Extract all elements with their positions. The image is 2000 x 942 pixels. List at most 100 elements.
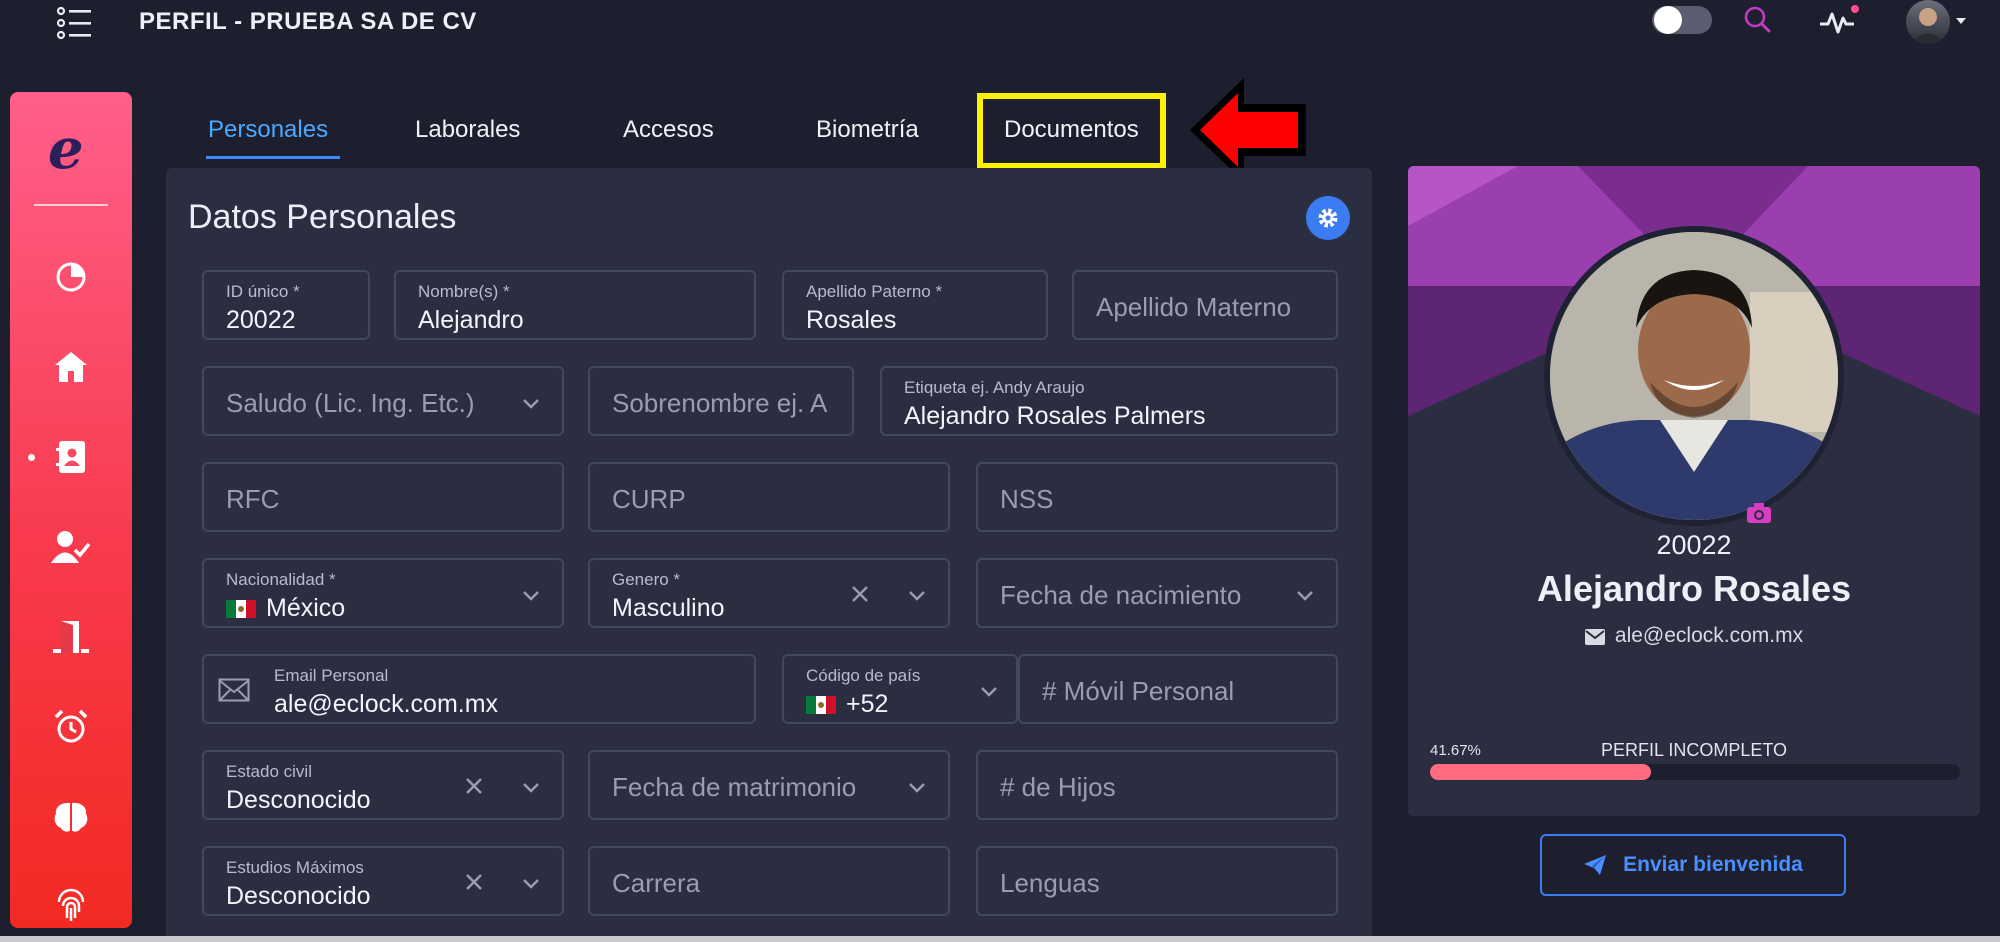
field-label: Etiqueta ej. Andy Araujo: [904, 378, 1085, 397]
pie-chart-icon: [56, 262, 86, 292]
clear-icon[interactable]: [462, 870, 486, 894]
menu-list-icon[interactable]: [56, 6, 92, 40]
fecha-nacimiento-select[interactable]: Fecha de nacimiento: [976, 558, 1338, 628]
field-label: Estado civil: [226, 762, 312, 781]
field-label: Apellido Paterno *: [806, 282, 943, 301]
chevron-down-icon: [523, 783, 539, 793]
curp-field[interactable]: CURP: [588, 462, 950, 532]
carrera-field[interactable]: Carrera: [588, 846, 950, 916]
mexico-flag-icon: [806, 696, 836, 714]
user-avatar[interactable]: [1906, 0, 1950, 44]
chevron-down-icon: [981, 687, 997, 697]
page-title: PERFIL - PRUEBA SA DE CV: [139, 8, 477, 35]
sidebar-item-biometrics[interactable]: [50, 884, 92, 926]
progress-fill: [1430, 764, 1651, 780]
sidebar-item-ai[interactable]: [50, 796, 92, 838]
chevron-down-icon: [909, 591, 925, 601]
nombres-field[interactable]: Nombre(s) * Alejandro: [394, 270, 756, 340]
envelope-icon: [218, 678, 250, 702]
sidebar-item-exits[interactable]: [50, 616, 92, 658]
fingerprint-icon: [57, 888, 85, 921]
exit-door-icon: [53, 621, 89, 653]
field-value: +52: [846, 690, 889, 718]
id-unico-field[interactable]: ID único * 20022: [202, 270, 370, 340]
caret-down-icon[interactable]: [1954, 14, 1968, 28]
etiqueta-field[interactable]: Etiqueta ej. Andy Araujo Alejandro Rosal…: [880, 366, 1338, 436]
chevron-down-icon: [909, 783, 925, 793]
clear-icon[interactable]: [848, 582, 872, 606]
chevron-down-icon: [1297, 591, 1313, 601]
tab-laborales[interactable]: Laborales: [415, 116, 520, 144]
fecha-matrimonio-select[interactable]: Fecha de matrimonio: [588, 750, 950, 820]
apellido-materno-field[interactable]: Apellido Materno: [1072, 270, 1338, 340]
top-bar: PERFIL - PRUEBA SA DE CV: [0, 0, 2000, 48]
alarm-clock-icon: [54, 709, 88, 743]
user-check-icon: [51, 531, 91, 563]
chevron-down-icon: [523, 879, 539, 889]
tab-personales[interactable]: Personales: [208, 116, 328, 144]
movil-personal-field[interactable]: # Móvil Personal: [1018, 654, 1338, 724]
documentos-highlight-box: [977, 93, 1166, 169]
activity-icon[interactable]: [1818, 4, 1860, 36]
tab-biometria[interactable]: Biometría: [816, 116, 919, 144]
search-icon[interactable]: [1742, 4, 1772, 34]
send-welcome-button[interactable]: Enviar bienvenida: [1540, 834, 1846, 896]
mexico-flag-icon: [226, 600, 256, 618]
field-placeholder: NSS: [1000, 484, 1054, 514]
field-placeholder: RFC: [226, 484, 280, 514]
sidebar-item-alarms[interactable]: [50, 706, 92, 748]
nacionalidad-select[interactable]: Nacionalidad * México: [202, 558, 564, 628]
email-personal-field[interactable]: Email Personal ale@eclock.com.mx: [202, 654, 756, 724]
card-title: Datos Personales: [188, 198, 457, 236]
saludo-select[interactable]: Saludo (Lic. Ing. Etc.): [202, 366, 564, 436]
field-value: Desconocido: [226, 882, 371, 910]
sidebar-item-dashboard[interactable]: [50, 256, 92, 298]
field-label: ID único *: [226, 282, 300, 301]
sidebar-item-home[interactable]: [50, 346, 92, 388]
field-label: Email Personal: [274, 666, 389, 685]
settings-button[interactable]: [1306, 196, 1350, 240]
contact-book-icon: [56, 441, 85, 473]
field-placeholder: Lenguas: [1000, 868, 1100, 898]
field-value: Rosales: [806, 306, 897, 334]
tab-accesos[interactable]: Accesos: [623, 116, 714, 144]
estudios-select[interactable]: Estudios Máximos Desconocido: [202, 846, 564, 916]
sidebar-item-employees[interactable]: [50, 436, 92, 478]
field-placeholder: Fecha de matrimonio: [612, 772, 857, 802]
estado-civil-select[interactable]: Estado civil Desconocido: [202, 750, 564, 820]
avatar-silhouette-icon: [1912, 8, 1944, 44]
codigo-pais-select[interactable]: Código de país +52: [782, 654, 1018, 724]
sidebar: e: [10, 92, 132, 928]
rfc-field[interactable]: RFC: [202, 462, 564, 532]
field-placeholder: Sobrenombre ej. A: [612, 388, 828, 418]
chevron-down-icon: [523, 399, 539, 409]
brain-icon: [54, 802, 88, 832]
hijos-field[interactable]: # de Hijos: [976, 750, 1338, 820]
field-label: Nacionalidad *: [226, 570, 336, 589]
field-placeholder: Saludo (Lic. Ing. Etc.): [226, 388, 475, 418]
nss-field[interactable]: NSS: [976, 462, 1338, 532]
field-placeholder: CURP: [612, 484, 686, 514]
apellido-paterno-field[interactable]: Apellido Paterno * Rosales: [782, 270, 1048, 340]
field-label: Genero *: [612, 570, 681, 589]
field-placeholder: # Móvil Personal: [1042, 676, 1235, 706]
camera-icon[interactable]: [1746, 502, 1772, 524]
sobrenombre-field[interactable]: Sobrenombre ej. A: [588, 366, 854, 436]
theme-toggle[interactable]: [1652, 6, 1712, 34]
clear-icon[interactable]: [462, 774, 486, 798]
brand-logo[interactable]: e: [48, 116, 84, 182]
field-value: 20022: [226, 306, 296, 334]
field-value-wrap: +52: [806, 690, 888, 719]
send-welcome-label: Enviar bienvenida: [1623, 853, 1803, 876]
active-indicator: [28, 454, 35, 461]
sidebar-item-attendance[interactable]: [50, 526, 92, 568]
profile-email-row: ale@eclock.com.mx: [1408, 624, 1980, 648]
gear-icon: [1318, 208, 1338, 228]
genero-select[interactable]: Genero * Masculino: [588, 558, 950, 628]
lenguas-field[interactable]: Lenguas: [976, 846, 1338, 916]
bottom-edge: [0, 936, 2000, 942]
profile-photo[interactable]: [1544, 226, 1844, 526]
field-value-wrap: México: [226, 594, 345, 623]
field-value: Masculino: [612, 594, 725, 622]
profile-email: ale@eclock.com.mx: [1614, 624, 1804, 647]
